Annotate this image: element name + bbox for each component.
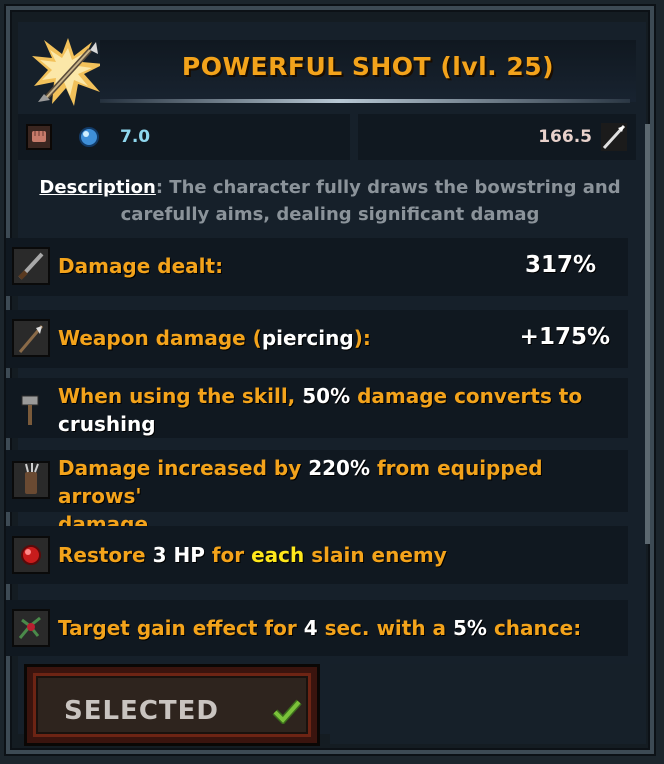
selected-button-label: SELECTED	[64, 696, 219, 726]
range-value: 166.5	[538, 127, 592, 147]
effect-value: +175%	[519, 324, 610, 350]
mana-orb-icon	[79, 127, 99, 147]
cost-box	[18, 114, 350, 160]
spear-icon	[12, 319, 50, 357]
hammer-icon	[21, 395, 39, 425]
range-box	[358, 114, 636, 160]
selected-button-face: SELECTED	[33, 673, 311, 737]
effect-label: When using the skill, 50% damage convert…	[58, 384, 583, 436]
mana-cost-value: 7.0	[120, 127, 151, 147]
skill-description: Description: The character fully draws t…	[30, 174, 630, 228]
effect-row-damage: Damage dealt: 317%	[6, 238, 628, 296]
quiver-icon	[12, 461, 50, 499]
arrow-range-icon	[601, 123, 627, 151]
skill-title: POWERFUL SHOT (lvl. 25)	[181, 52, 555, 81]
bottom-panel	[330, 664, 646, 744]
sword-icon	[12, 247, 50, 285]
effect-row-restore: Restore 3 HP for each slain enemy	[6, 526, 628, 584]
scrollbar[interactable]	[645, 124, 650, 544]
effect-row-crushing: When using the skill, 50% damage convert…	[6, 378, 628, 438]
effect-label: Weapon damage (piercing):	[58, 326, 371, 350]
effect-row-weapon: Weapon damage (piercing): +175%	[6, 310, 628, 368]
title-underline	[100, 99, 630, 103]
effect-row-arrows: Damage increased by 220% from equipped a…	[6, 450, 628, 536]
blood-gem-icon	[12, 536, 50, 574]
thorn-icon	[12, 609, 50, 647]
effect-value: 317%	[524, 252, 596, 278]
effect-label: Target gain effect for 4 sec. with a 5% …	[58, 616, 582, 640]
description-label: Description	[39, 177, 156, 198]
check-icon	[272, 699, 302, 724]
effect-label: Restore 3 HP for each slain enemy	[58, 543, 447, 567]
fist-icon	[26, 124, 52, 150]
effect-label: Damage dealt:	[58, 254, 224, 278]
description-text: : The character fully draws the bowstrin…	[120, 177, 621, 225]
arrow-burst-icon	[32, 38, 104, 106]
selected-button[interactable]: SELECTED	[24, 664, 320, 746]
effect-row-target: Target gain effect for 4 sec. with a 5% …	[6, 600, 628, 656]
